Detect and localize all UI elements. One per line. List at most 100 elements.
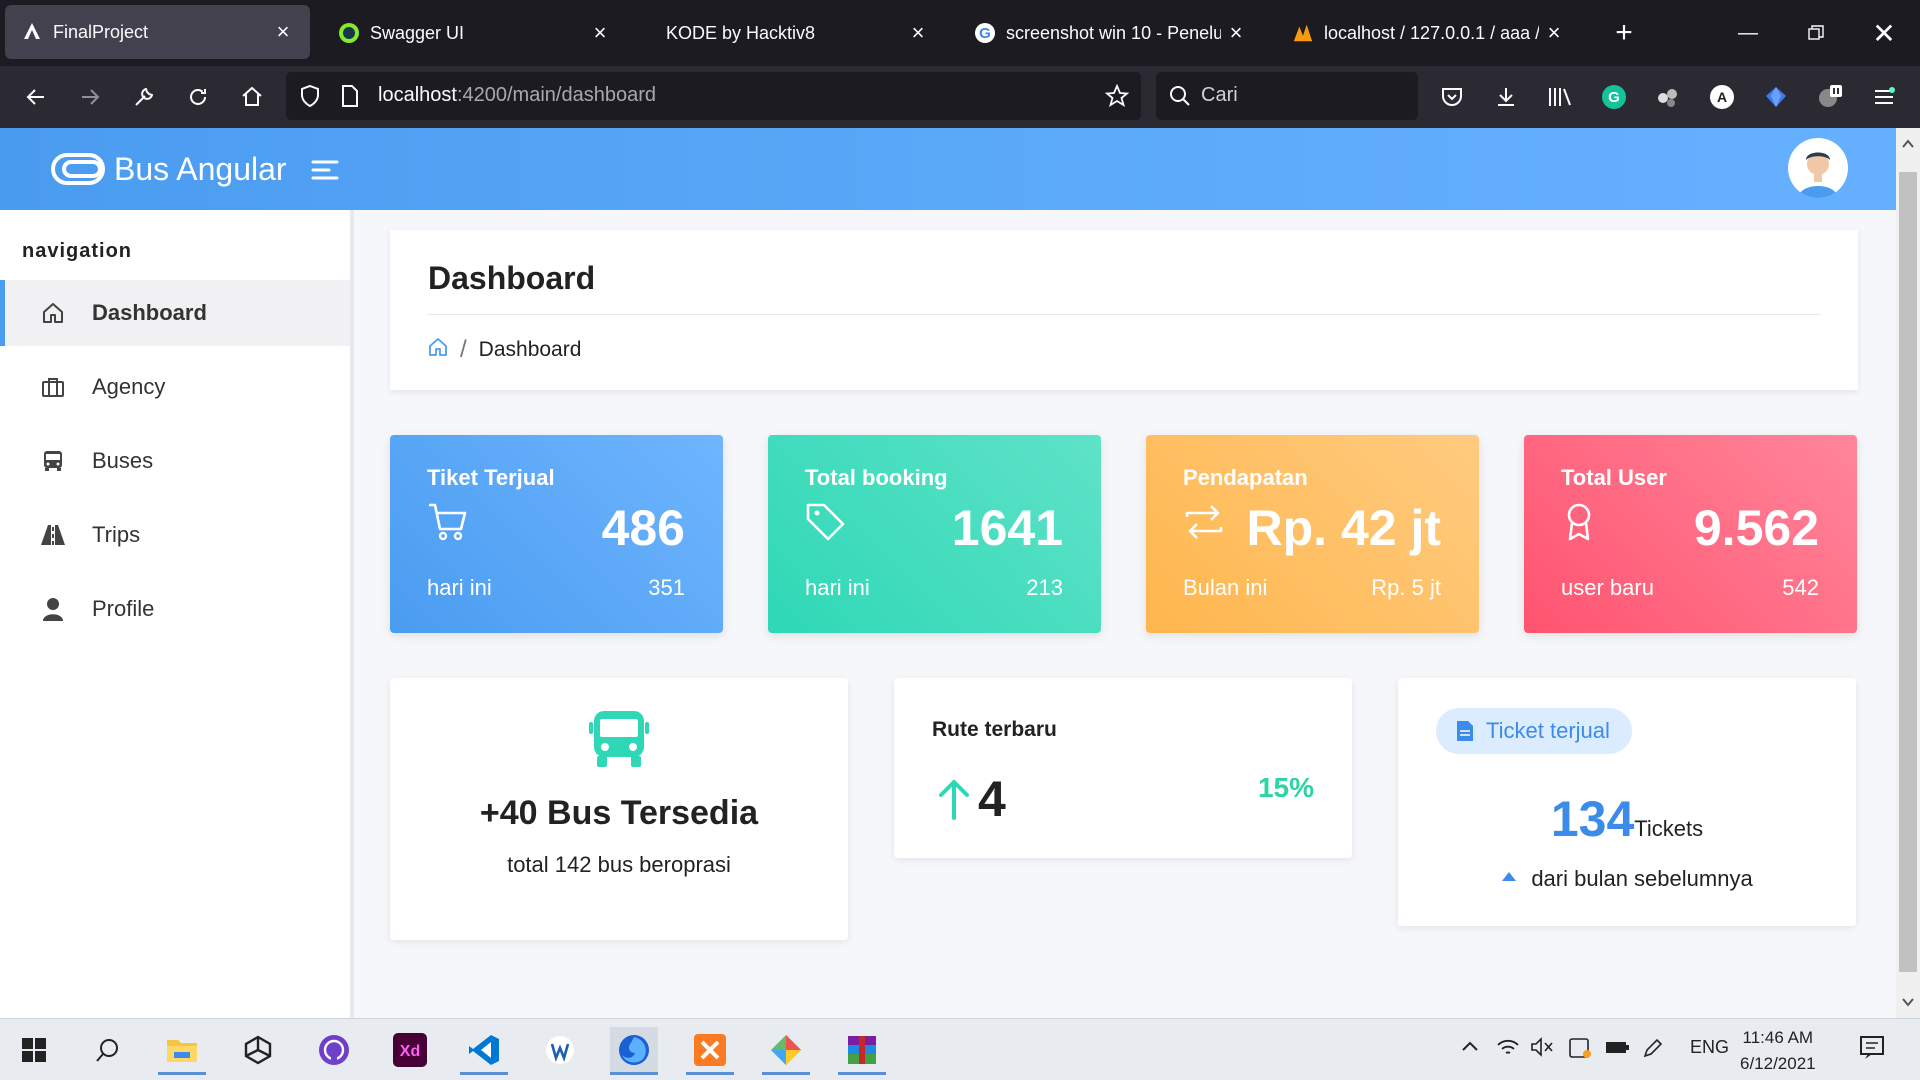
sidebar-item-dashboard[interactable]: Dashboard <box>0 280 350 346</box>
scroll-down-icon[interactable] <box>1901 996 1915 1008</box>
github-desktop-button[interactable] <box>310 1027 358 1073</box>
close-tab-icon[interactable]: × <box>585 20 615 46</box>
close-window-button[interactable]: ✕ <box>1850 0 1918 66</box>
sidebar-item-agency[interactable]: Agency <box>0 354 350 420</box>
sidebar-item-trips[interactable]: Trips <box>0 502 350 568</box>
url-bar[interactable]: localhost:4200/main/dashboard <box>286 72 1141 120</box>
tab-title: Swagger UI <box>370 22 465 43</box>
volume-muted-icon[interactable] <box>1530 1037 1554 1062</box>
home-button[interactable] <box>232 77 272 117</box>
taskbar-search-button[interactable] <box>84 1027 132 1073</box>
vscode-button[interactable] <box>460 1027 508 1075</box>
tab-phpmyadmin[interactable]: localhost / 127.0.0.1 / aaa / tr × <box>1276 0 1581 66</box>
close-tab-icon[interactable]: × <box>268 19 298 45</box>
brand[interactable]: Bus Angular <box>50 150 287 188</box>
angular-icon <box>21 21 43 43</box>
firefox-icon <box>619 1035 649 1065</box>
file-explorer-button[interactable] <box>158 1027 206 1075</box>
reload-button[interactable] <box>178 77 218 117</box>
library-button[interactable] <box>1540 77 1580 117</box>
extension-gem-button[interactable] <box>1756 77 1796 117</box>
swagger-icon <box>338 22 360 44</box>
unity-button[interactable] <box>234 1027 282 1073</box>
pocket-button[interactable] <box>1432 77 1472 117</box>
folder-icon <box>167 1040 197 1062</box>
app-w-button[interactable] <box>536 1027 584 1073</box>
menu-button[interactable] <box>1864 77 1904 117</box>
start-button[interactable] <box>10 1027 58 1073</box>
tab-google-search[interactable]: G screenshot win 10 - Penelusu × <box>958 0 1263 66</box>
stat-value: Rp. 42 jt <box>1246 500 1441 556</box>
stat-card-total-booking[interactable]: Total booking 1641 hari ini 213 <box>768 435 1101 633</box>
sidebar-item-label: Trips <box>92 522 141 547</box>
tray-chevron-icon[interactable] <box>1460 1037 1480 1062</box>
scroll-thumb[interactable] <box>1899 172 1917 972</box>
clock[interactable]: 11:46 AM 6/12/2021 <box>1740 1025 1816 1077</box>
grammarly-button[interactable]: G <box>1594 77 1634 117</box>
sidebar-toggle-icon[interactable] <box>310 158 340 182</box>
gem-icon <box>1766 87 1786 107</box>
sidebar-item-label: Agency <box>92 374 166 399</box>
wifi-icon[interactable] <box>1496 1037 1520 1062</box>
page-title: Dashboard <box>428 260 596 296</box>
customize-button[interactable] <box>124 77 164 117</box>
extension-button[interactable] <box>1648 77 1688 117</box>
xampp-button[interactable] <box>686 1027 734 1075</box>
account-button[interactable]: A <box>1702 77 1742 117</box>
adobe-xd-icon: Xd <box>393 1033 427 1067</box>
search-bar[interactable]: Cari <box>1156 72 1418 120</box>
tab-finalproject[interactable]: FinalProject × <box>5 5 310 59</box>
firefox-button[interactable] <box>610 1027 658 1075</box>
route-card-value: 4 <box>978 771 1006 827</box>
vscode-icon <box>469 1035 499 1065</box>
home-icon <box>242 86 262 106</box>
stat-sub-value: Rp. 5 jt <box>1371 575 1441 600</box>
extension-badge-button[interactable] <box>1810 77 1850 117</box>
stat-card-total-user[interactable]: Total User 9.562 user baru 542 <box>1524 435 1857 633</box>
restore-button[interactable] <box>1782 0 1850 66</box>
url-text[interactable]: localhost:4200/main/dashboard <box>378 84 656 107</box>
url-host: localhost <box>378 84 457 106</box>
gitkraken-button[interactable] <box>762 1027 810 1075</box>
tab-swagger[interactable]: Swagger UI × <box>322 0 627 66</box>
xampp-icon <box>694 1034 726 1066</box>
tab-kode-hacktiv8[interactable]: KODE by Hacktiv8 × <box>640 0 945 66</box>
scroll-up-icon[interactable] <box>1901 138 1915 150</box>
stat-sub-value: 351 <box>648 575 685 600</box>
new-tab-button[interactable]: + <box>1590 0 1658 66</box>
taskbar: Xd ENG 11:46 AM 6/12/2021 <box>0 1018 1920 1080</box>
avatar[interactable] <box>1788 138 1848 198</box>
close-tab-icon[interactable]: × <box>1221 20 1251 46</box>
downloads-button[interactable] <box>1486 77 1526 117</box>
sidebar: navigation Dashboard Agency Buses Trips … <box>0 210 354 1018</box>
adobe-xd-button[interactable]: Xd <box>386 1027 434 1073</box>
battery-icon[interactable] <box>1604 1037 1630 1062</box>
stat-value: 9.562 <box>1693 500 1819 556</box>
forward-button[interactable] <box>70 77 110 117</box>
app-status-icon[interactable] <box>1568 1037 1592 1064</box>
notification-center-icon[interactable] <box>1858 1033 1886 1066</box>
route-card-percent: 15% <box>1257 772 1314 803</box>
breadcrumb-home-icon[interactable] <box>428 337 448 363</box>
language-indicator[interactable]: ENG <box>1690 1037 1729 1058</box>
cart-icon <box>429 503 467 541</box>
breadcrumb-separator: / <box>460 336 467 363</box>
shield-icon[interactable] <box>298 84 322 113</box>
winrar-button[interactable] <box>838 1027 886 1075</box>
sidebar-item-profile[interactable]: Profile <box>0 576 350 642</box>
close-tab-icon[interactable]: × <box>1539 20 1569 46</box>
page-info-icon[interactable] <box>340 84 360 113</box>
minimize-button[interactable]: — <box>1714 0 1782 66</box>
close-tab-icon[interactable]: × <box>903 20 933 46</box>
home-icon <box>38 298 68 328</box>
bookmark-star-icon[interactable] <box>1104 83 1130 113</box>
brand-name: Bus Angular <box>114 150 287 187</box>
ticket-badge[interactable]: Ticket terjual <box>1436 708 1632 754</box>
stat-sub-value: 213 <box>1026 575 1063 600</box>
stat-card-pendapatan[interactable]: Pendapatan Rp. 42 jt Bulan ini Rp. 5 jt <box>1146 435 1479 633</box>
pen-icon[interactable] <box>1642 1037 1664 1064</box>
sidebar-item-buses[interactable]: Buses <box>0 428 350 494</box>
page-scrollbar[interactable] <box>1896 128 1920 1018</box>
back-button[interactable] <box>16 77 56 117</box>
stat-card-tiket-terjual[interactable]: Tiket Terjual 486 hari ini 351 <box>390 435 723 633</box>
